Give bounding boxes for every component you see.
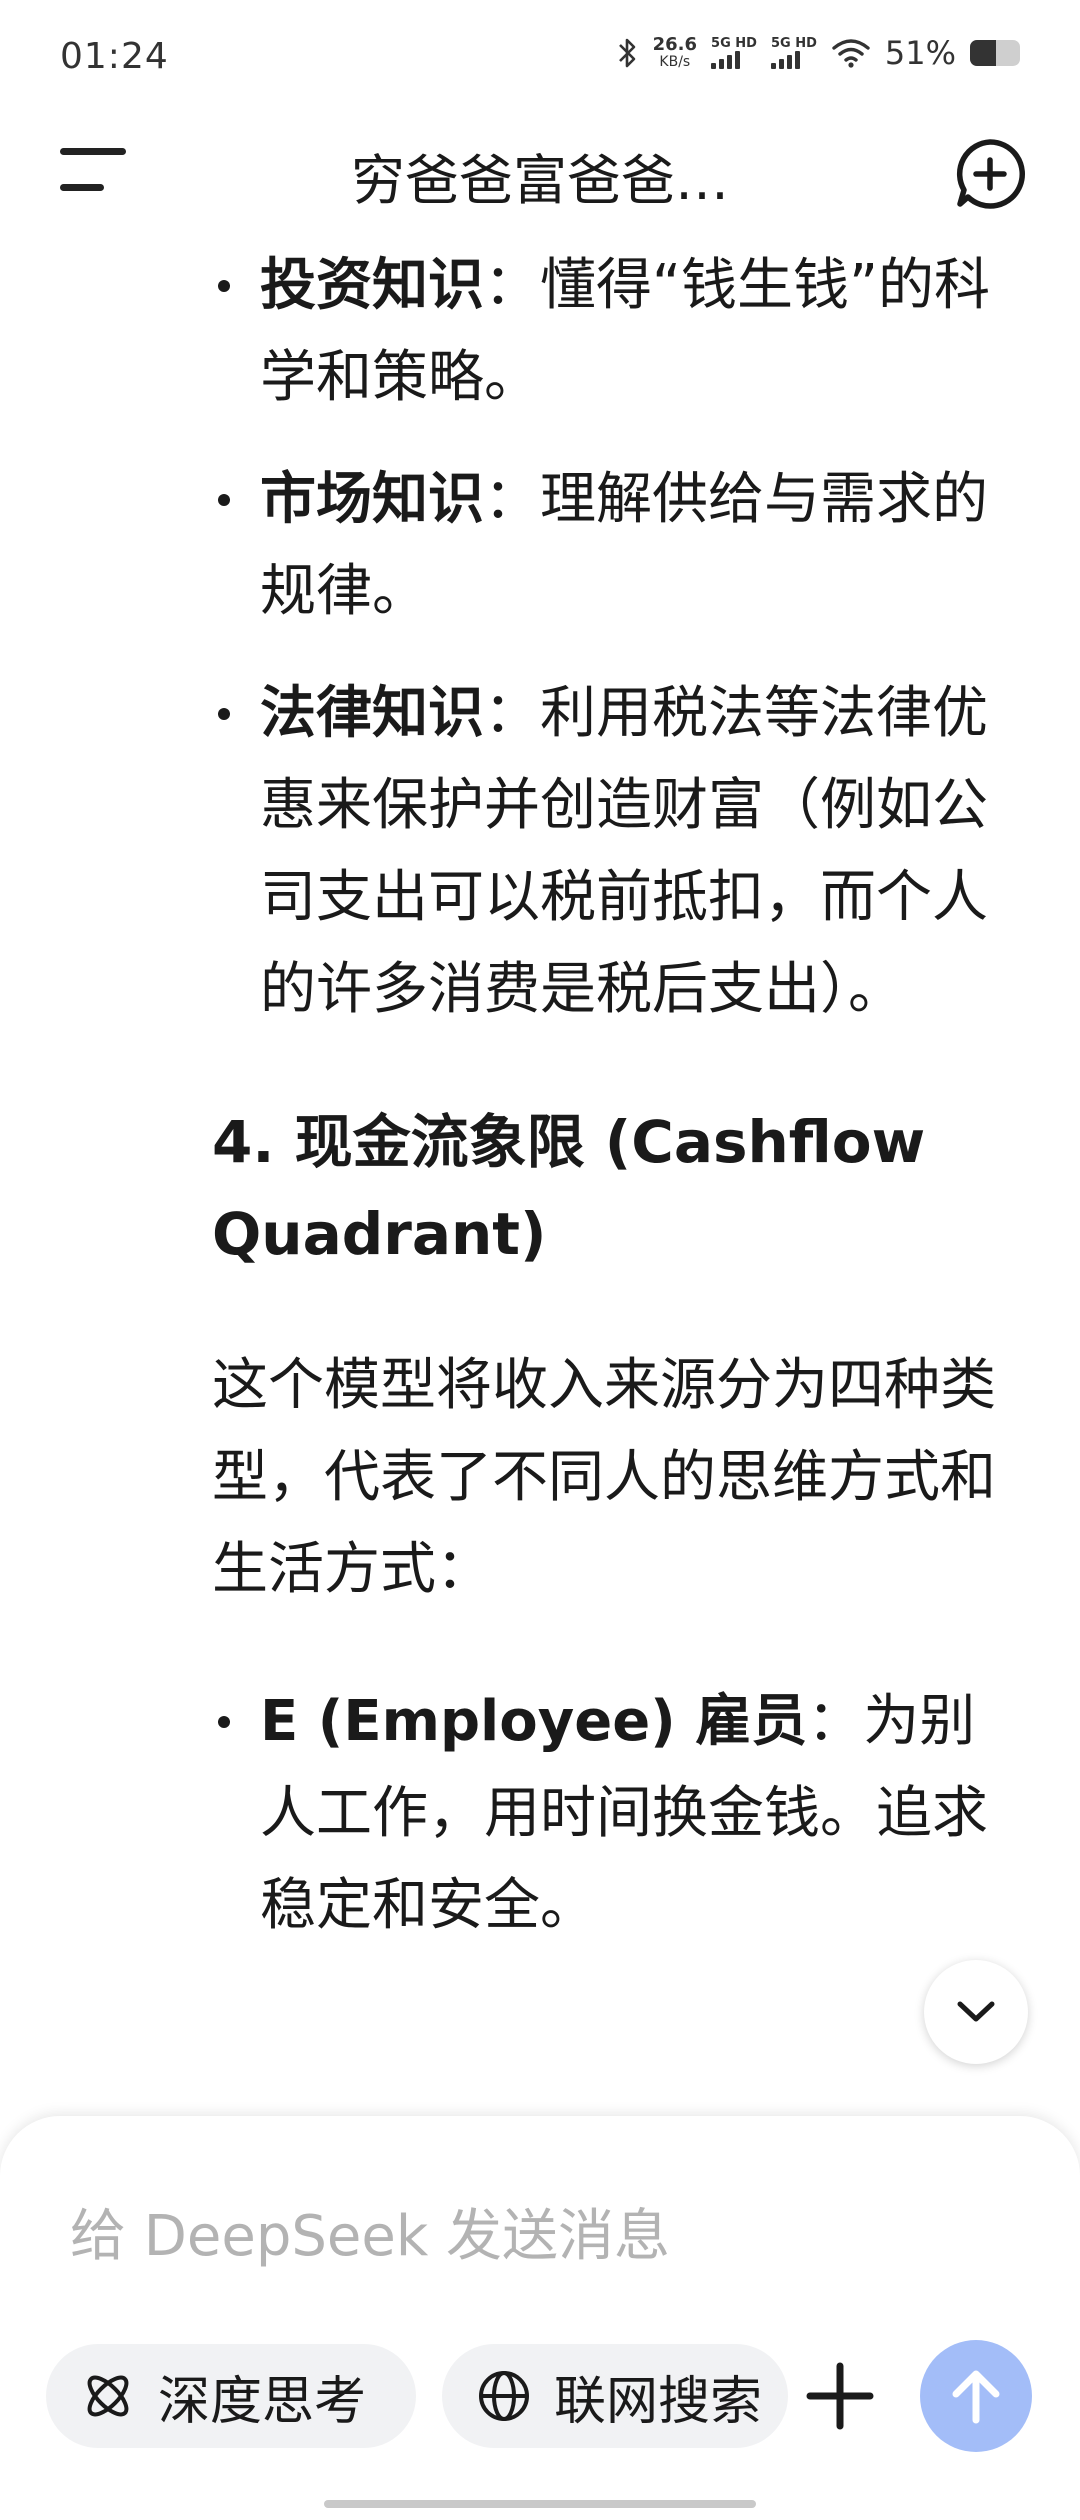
menu-icon[interactable]: [60, 148, 126, 194]
web-search-button[interactable]: 联网搜索: [442, 2344, 788, 2448]
paragraph: 这个模型将收入来源分为四种类型，代表了不同人的思维方式和生活方式：: [212, 1353, 996, 1602]
assistant-message: 投资知识：懂得“钱生钱”的科学和策略。 市场知识：理解供给与需求的规律。 法律知…: [212, 240, 1012, 1982]
web-search-label: 联网搜索: [554, 2371, 763, 2432]
atom-icon: [87, 2375, 129, 2417]
status-icons: 26.6 KB/s 5G HD 5G HD 51%: [617, 34, 1020, 72]
status-time: 01:24: [60, 36, 169, 77]
battery-icon: [970, 40, 1020, 66]
list-item-term: 市场知识: [260, 467, 484, 532]
bluetooth-icon: [617, 36, 639, 70]
send-button[interactable]: [920, 2340, 1032, 2452]
deep-think-button[interactable]: 深度思考: [46, 2344, 416, 2448]
chat-header: 穷爸爸富爸爸…: [0, 120, 1080, 220]
scroll-down-button[interactable]: [924, 1960, 1028, 2064]
sim1-label: 5G HD: [711, 36, 757, 51]
network-speed-unit: KB/s: [659, 54, 691, 70]
network-speed: 26.6 KB/s: [652, 34, 698, 71]
list-item: 法律知识：利用税法等法律优惠来保护并创造财富（例如公司支出可以税前抵扣，而个人的…: [212, 668, 1012, 1036]
list-item: 投资知识：懂得“钱生钱”的科学和策略。: [212, 240, 1012, 424]
list-item: 市场知识：理解供给与需求的规律。: [212, 454, 1012, 638]
battery-level: [970, 40, 996, 66]
sim2-signal-icon: 5G HD: [770, 36, 817, 69]
list-item: E (Employee) 雇员：为别人工作，用时间换金钱。追求稳定和安全。: [212, 1676, 1012, 1952]
arrow-up-icon: [952, 2370, 1000, 2424]
sim2-label: 5G HD: [770, 36, 817, 51]
plus-icon: [806, 2362, 874, 2430]
list-item-term: E (Employee) 雇员: [260, 1689, 808, 1754]
home-indicator[interactable]: [324, 2500, 756, 2508]
list-item-term: 投资知识: [260, 253, 484, 318]
message-input[interactable]: [70, 2196, 970, 2276]
status-bar: 01:24 26.6 KB/s 5G HD 5G HD 51%: [0, 0, 1080, 120]
chevron-down-icon: [957, 2001, 995, 2022]
composer: 深度思考 联网搜索: [0, 2116, 1080, 2520]
section-heading: 4. 现金流象限 (Cashflow Quadrant): [212, 1108, 926, 1268]
battery-percent: 51%: [884, 34, 956, 72]
wifi-icon: [831, 38, 871, 68]
sim1-signal-icon: 5G HD: [711, 37, 757, 69]
add-chat-icon[interactable]: [952, 136, 1028, 212]
chat-title[interactable]: 穷爸爸富爸爸…: [170, 136, 910, 215]
network-speed-value: 26.6: [652, 34, 698, 55]
list-item-term: 法律知识: [260, 681, 484, 746]
deep-think-label: 深度思考: [158, 2371, 367, 2432]
add-attachment-button[interactable]: [800, 2356, 880, 2436]
globe-icon: [479, 2371, 529, 2421]
